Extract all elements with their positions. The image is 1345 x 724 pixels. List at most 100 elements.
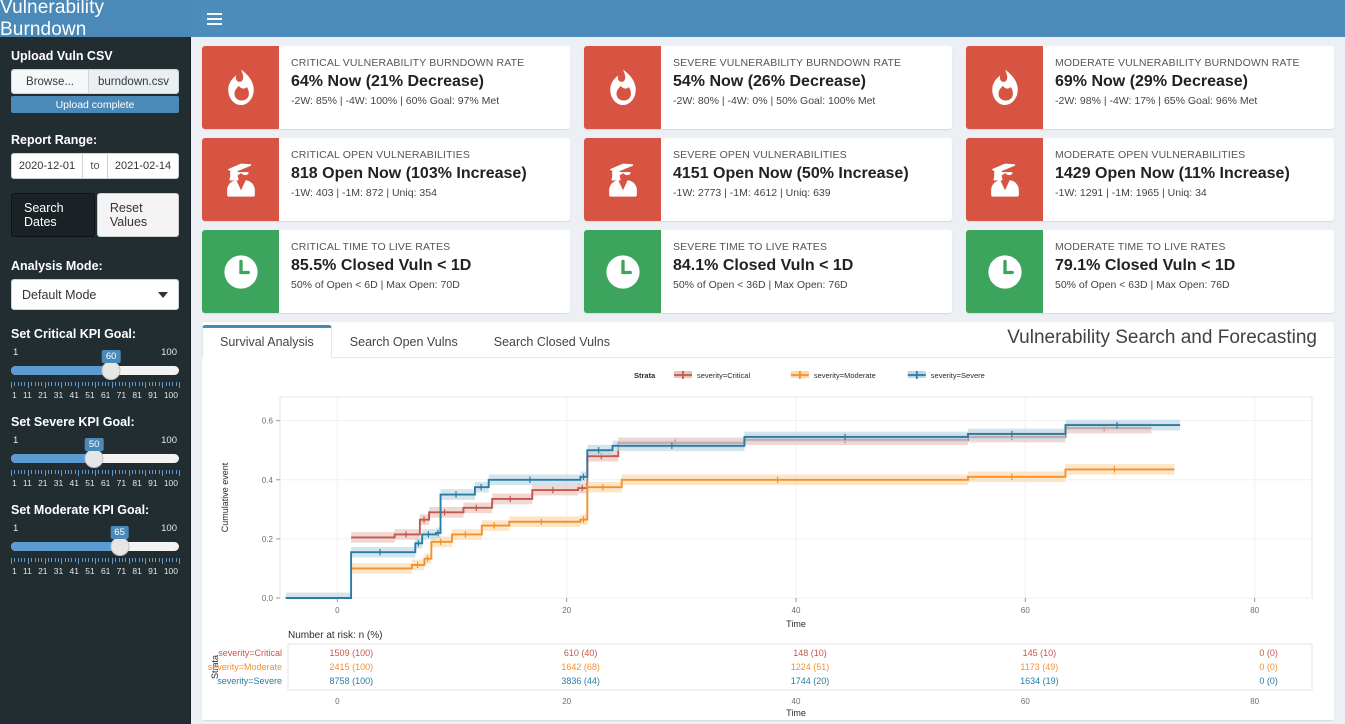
- kpi-card-body: MODERATE TIME TO LIVE RATES 79.1% Closed…: [1043, 230, 1334, 313]
- upload-progress-bar: Upload complete: [11, 96, 179, 113]
- slider-ticks: [11, 558, 180, 564]
- slider-tick-label: 41: [69, 566, 79, 576]
- svg-text:0 (0): 0 (0): [1259, 662, 1278, 672]
- slider-min-label: 1: [13, 435, 19, 446]
- svg-text:40: 40: [792, 697, 801, 706]
- kpi-slider-group: Set Severe KPI Goal: 1 100 50 1 11 21 31 41 5…: [11, 415, 180, 488]
- date-range-input[interactable]: to: [11, 153, 179, 179]
- svg-text:severity=Moderate: severity=Moderate: [814, 371, 876, 380]
- hamburger-icon[interactable]: [204, 10, 225, 28]
- kpi-card[interactable]: MODERATE VULNERABILITY BURNDOWN RATE 69%…: [966, 46, 1334, 129]
- slider-tick-label: 91: [148, 566, 158, 576]
- svg-text:148 (10): 148 (10): [793, 648, 827, 658]
- analysis-mode-label: Analysis Mode:: [11, 259, 103, 273]
- svg-text:Cumulative event: Cumulative event: [220, 462, 230, 532]
- kpi-card[interactable]: SEVERE TIME TO LIVE RATES 84.1% Closed V…: [584, 230, 952, 313]
- kpi-sliders: Set Critical KPI Goal: 1 100 60 1 11 21 31 4…: [11, 327, 180, 576]
- svg-text:0: 0: [335, 606, 340, 615]
- kpi-card-row: CRITICAL OPEN VULNERABILITIES 818 Open N…: [202, 138, 1334, 221]
- kpi-card-value: 64% Now (21% Decrease): [291, 73, 484, 90]
- kpi-slider[interactable]: 1 100 65 1 11 21 31 41 51 61 71 81 91 100: [11, 523, 180, 576]
- kpi-card-subtext: -1W: 403 | -1M: 872 | Uniq: 354: [291, 187, 437, 199]
- kpi-card-title: CRITICAL VULNERABILITY BURNDOWN RATE: [291, 57, 525, 69]
- fire-icon: [202, 46, 279, 129]
- analysis-mode-select[interactable]: Default Mode: [11, 279, 179, 310]
- end-date-input[interactable]: [108, 154, 178, 178]
- browse-button[interactable]: Browse...: [12, 70, 89, 93]
- svg-text:60: 60: [1021, 697, 1030, 706]
- svg-text:1634 (19): 1634 (19): [1020, 676, 1059, 686]
- kpi-card-value: 69% Now (29% Decrease): [1055, 73, 1248, 90]
- svg-text:Strata: Strata: [634, 371, 656, 380]
- slider-tick-label: 51: [85, 566, 95, 576]
- slider-track[interactable]: 60 1 11 21 31 41 51 61 71 81 91 100: [11, 350, 180, 400]
- slider-tick-label: 91: [148, 478, 158, 488]
- slider-track[interactable]: 50 1 11 21 31 41 51 61 71 81 91 100: [11, 438, 180, 488]
- kpi-card[interactable]: CRITICAL VULNERABILITY BURNDOWN RATE 64%…: [202, 46, 570, 129]
- start-date-input[interactable]: [12, 154, 82, 178]
- kpi-card-body: CRITICAL OPEN VULNERABILITIES 818 Open N…: [279, 138, 570, 221]
- slider-tick-label: 61: [100, 478, 111, 488]
- clock-icon: [584, 230, 661, 313]
- slider-handle[interactable]: [110, 537, 130, 556]
- slider-min-label: 1: [13, 347, 19, 358]
- slider-scale: 1 11 21 31 41 51 61 71 81 91 100: [11, 390, 179, 400]
- kpi-card-body: CRITICAL VULNERABILITY BURNDOWN RATE 64%…: [279, 46, 570, 129]
- slider-tick-label: 100: [163, 566, 178, 576]
- kpi-card[interactable]: CRITICAL TIME TO LIVE RATES 85.5% Closed…: [202, 230, 570, 313]
- kpi-card-body: MODERATE OPEN VULNERABILITIES 1429 Open …: [1043, 138, 1334, 221]
- slider-track[interactable]: 65 1 11 21 31 41 51 61 71 81 91 100: [11, 526, 180, 576]
- kpi-card-subtext: -1W: 1291 | -1M: 1965 | Uniq: 34: [1055, 187, 1207, 199]
- kpi-card[interactable]: MODERATE OPEN VULNERABILITIES 1429 Open …: [966, 138, 1334, 221]
- kpi-card-value: 79.1% Closed Vuln < 1D: [1055, 257, 1236, 274]
- clock-icon: [202, 230, 279, 313]
- svg-text:40: 40: [792, 606, 801, 615]
- file-input-row[interactable]: Browse... burndown.csv: [11, 69, 179, 94]
- slider-tick-label: 71: [116, 478, 127, 488]
- kpi-card-body: SEVERE TIME TO LIVE RATES 84.1% Closed V…: [661, 230, 952, 313]
- clock-icon: [966, 230, 1043, 313]
- kpi-card[interactable]: MODERATE TIME TO LIVE RATES 79.1% Closed…: [966, 230, 1334, 313]
- tab-search-closed-vulns[interactable]: Search Closed Vulns: [476, 325, 628, 358]
- fire-icon: [966, 46, 1043, 129]
- slider-tick-label: 11: [22, 566, 32, 576]
- kpi-card-subtext: 50% of Open < 36D | Max Open: 76D: [673, 279, 848, 291]
- kpi-slider[interactable]: 1 100 50 1 11 21 31 41 51 61 71 81 91 100: [11, 435, 180, 488]
- slider-tick-label: 31: [53, 390, 64, 400]
- svg-text:20: 20: [562, 606, 571, 615]
- kpi-card-value: 85.5% Closed Vuln < 1D: [291, 257, 472, 274]
- kpi-card-title: CRITICAL OPEN VULNERABILITIES: [291, 149, 471, 161]
- slider-tick-label: 51: [85, 478, 95, 488]
- kpi-slider[interactable]: 1 100 60 1 11 21 31 41 51 61 71 81 91 100: [11, 347, 180, 400]
- slider-handle[interactable]: [84, 449, 104, 468]
- kpi-card-subtext: -1W: 2773 | -1M: 4612 | Uniq: 639: [673, 187, 831, 199]
- kpi-slider-group: Set Moderate KPI Goal: 1 100 65 1 11 21 31 4…: [11, 503, 180, 576]
- svg-text:1224 (51): 1224 (51): [791, 662, 830, 672]
- kpi-card[interactable]: CRITICAL OPEN VULNERABILITIES 818 Open N…: [202, 138, 570, 221]
- kpi-card-value: 54% Now (26% Decrease): [673, 73, 866, 90]
- svg-text:60: 60: [1021, 606, 1030, 615]
- analysis-mode-section: Analysis Mode: Default Mode: [11, 259, 179, 310]
- slider-max-label: 100: [161, 523, 177, 534]
- date-buttons: Search Dates Reset Values: [11, 193, 179, 237]
- slider-handle[interactable]: [101, 361, 121, 380]
- svg-text:0.4: 0.4: [262, 476, 274, 485]
- kpi-card-body: SEVERE VULNERABILITY BURNDOWN RATE 54% N…: [661, 46, 952, 129]
- kpi-card[interactable]: SEVERE OPEN VULNERABILITIES 4151 Open No…: [584, 138, 952, 221]
- slider-value-bubble: 50: [84, 438, 104, 451]
- svg-text:0 (0): 0 (0): [1259, 676, 1278, 686]
- kpi-card-subtext: -2W: 98% | -4W: 17% | 65% Goal: 96% Met: [1055, 95, 1258, 107]
- reset-values-button[interactable]: Reset Values: [96, 193, 179, 237]
- slider-tick-label: 91: [148, 390, 158, 400]
- kpi-card-body: MODERATE VULNERABILITY BURNDOWN RATE 69%…: [1043, 46, 1334, 129]
- kpi-card[interactable]: SEVERE VULNERABILITY BURNDOWN RATE 54% N…: [584, 46, 952, 129]
- slider-tick-label: 21: [38, 478, 48, 488]
- uploaded-file-name: burndown.csv: [89, 70, 178, 93]
- slider-tick-label: 21: [38, 566, 48, 576]
- tab-search-open-vulns[interactable]: Search Open Vulns: [332, 325, 476, 358]
- slider-ticks: [11, 382, 180, 388]
- search-dates-button[interactable]: Search Dates: [11, 193, 95, 237]
- slider-tick-label: 61: [100, 566, 111, 576]
- slider-max-label: 100: [161, 435, 177, 446]
- tab-survival-analysis[interactable]: Survival Analysis: [202, 325, 332, 358]
